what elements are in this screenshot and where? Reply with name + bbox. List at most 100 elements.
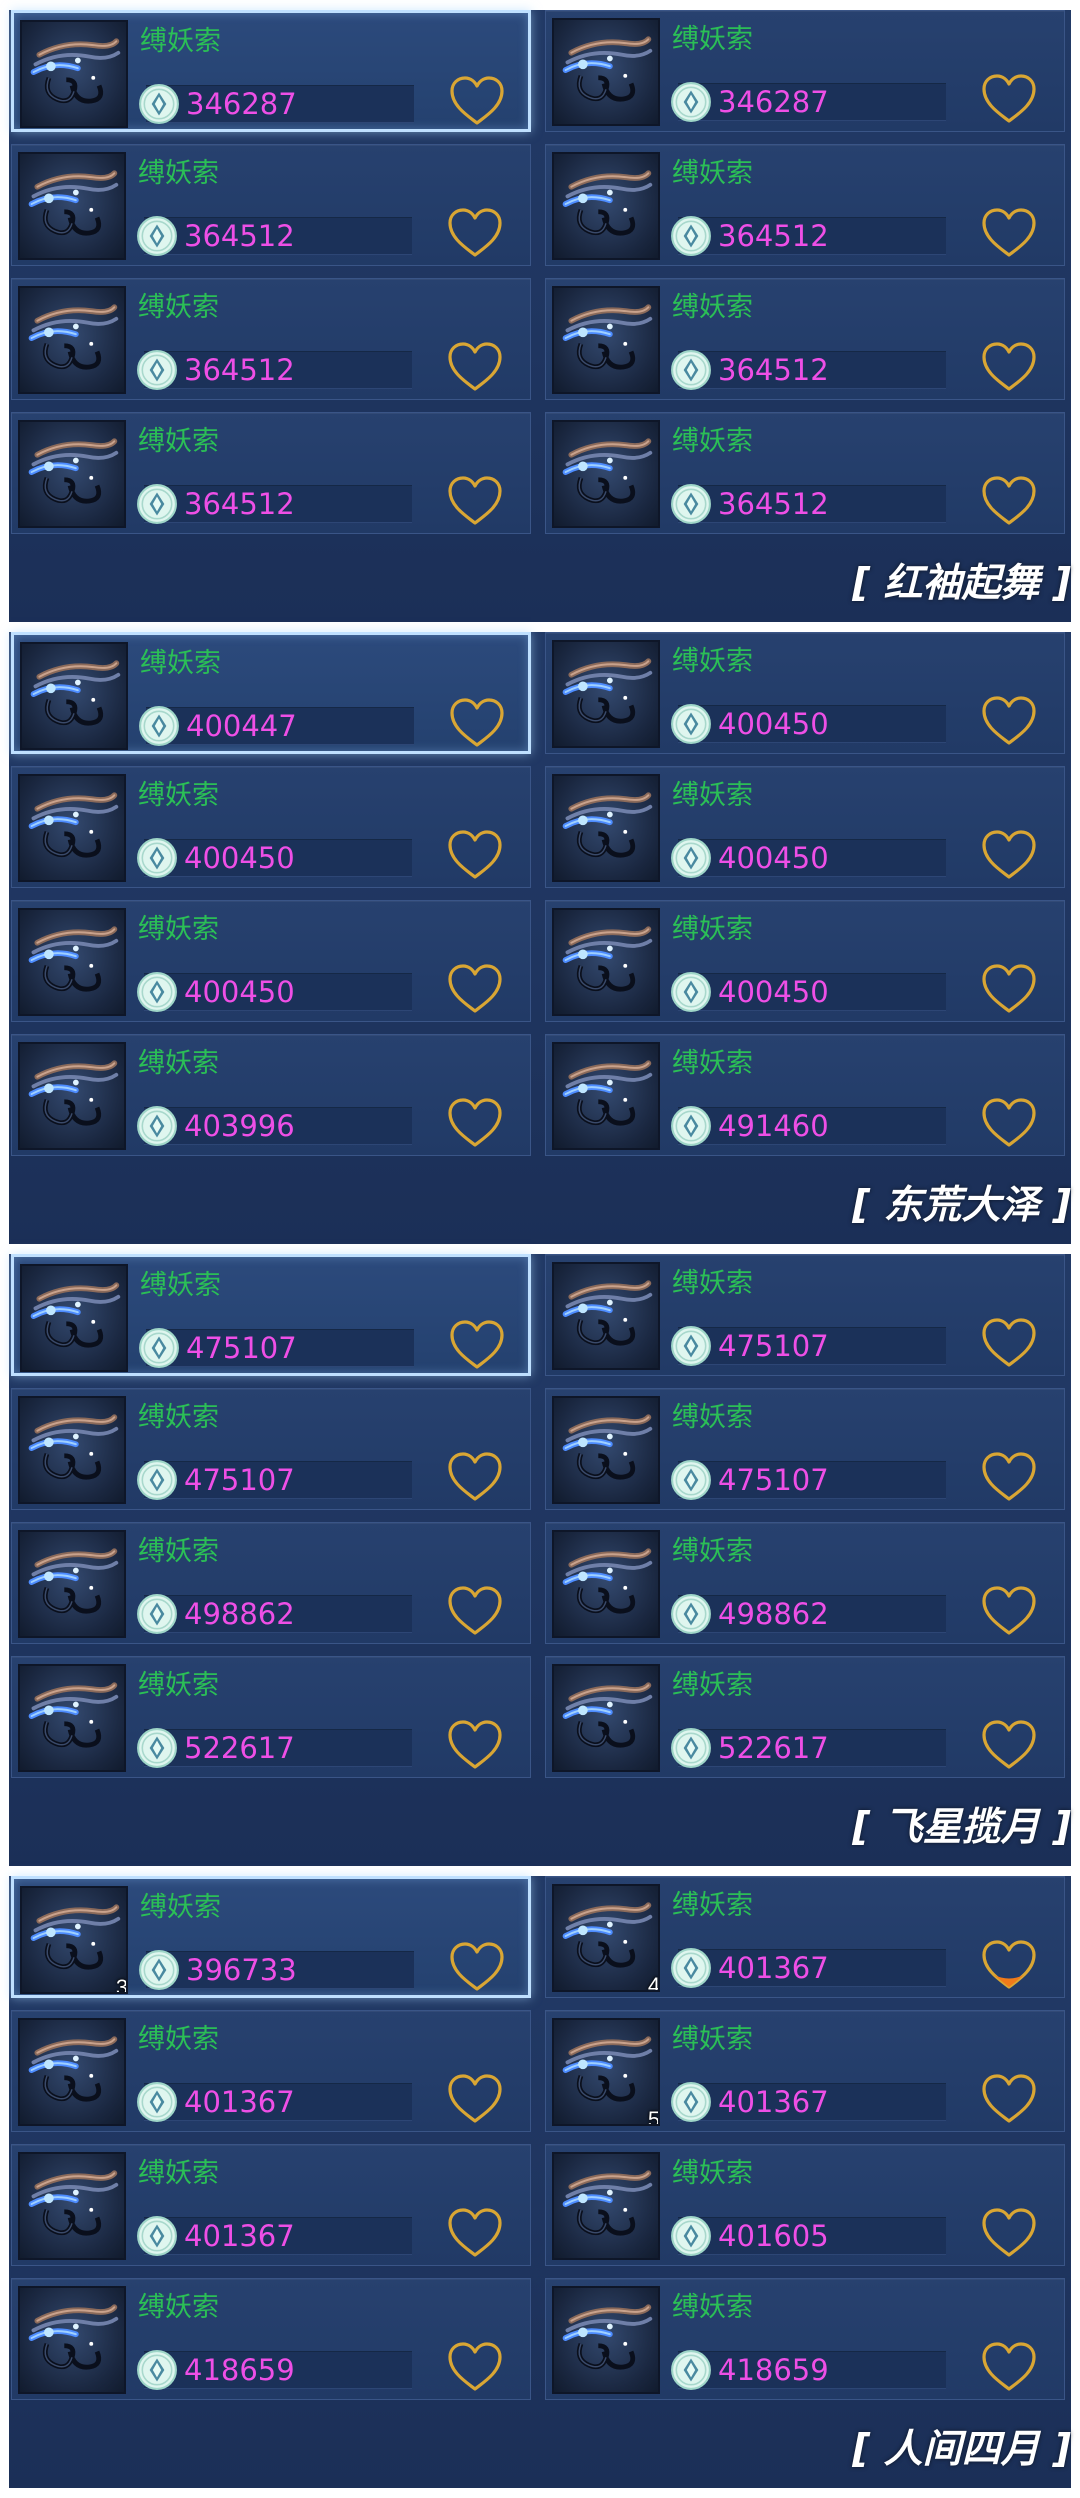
listing-card[interactable]: 3 缚妖索 396733: [11, 1876, 531, 1998]
listing-card[interactable]: 缚妖索 418659: [11, 2278, 531, 2400]
item-price: 346287: [186, 87, 297, 121]
listing-card[interactable]: 缚妖索 522617: [11, 1656, 531, 1778]
listing-card[interactable]: 缚妖索 475107: [11, 1254, 531, 1376]
favorite-heart-icon[interactable]: [980, 2073, 1038, 2125]
favorite-heart-icon[interactable]: [980, 695, 1038, 747]
item-price: 401367: [184, 2219, 295, 2253]
listing-card[interactable]: 缚妖索 364512: [545, 412, 1065, 534]
item-quantity: [642, 864, 658, 880]
favorite-heart-icon[interactable]: [446, 829, 504, 881]
listing-card[interactable]: 缚妖索 403996: [11, 1034, 531, 1156]
favorite-heart-icon[interactable]: [980, 207, 1038, 259]
item-quantity: 5: [647, 2107, 660, 2126]
jade-coin-icon: [670, 349, 712, 391]
favorite-heart-icon[interactable]: [980, 1719, 1038, 1771]
listing-card[interactable]: 缚妖索 364512: [545, 144, 1065, 266]
favorite-heart-icon[interactable]: [980, 475, 1038, 527]
listing-card[interactable]: 缚妖索 400450: [545, 900, 1065, 1022]
favorite-heart-icon[interactable]: [980, 963, 1038, 1015]
favorite-heart-icon[interactable]: [446, 1451, 504, 1503]
listing-card[interactable]: 缚妖索 346287: [545, 10, 1065, 132]
item-thumbnail: [552, 774, 660, 882]
listing-card[interactable]: 缚妖索 475107: [11, 1388, 531, 1510]
item-quantity: [642, 2242, 658, 2258]
listing-card[interactable]: 缚妖索 364512: [11, 144, 531, 266]
favorite-heart-icon[interactable]: [448, 697, 506, 749]
favorite-heart-icon[interactable]: [446, 1719, 504, 1771]
favorite-heart-icon[interactable]: [980, 1939, 1038, 1991]
item-price: 522617: [718, 1731, 829, 1765]
item-name: 缚妖索: [138, 914, 219, 945]
listing-card[interactable]: 缚妖索 475107: [545, 1388, 1065, 1510]
favorite-heart-icon[interactable]: [446, 2207, 504, 2259]
listing-card[interactable]: 缚妖索 400450: [11, 900, 531, 1022]
favorite-heart-icon[interactable]: [980, 1097, 1038, 1149]
item-thumbnail: [18, 774, 126, 882]
favorite-heart-icon[interactable]: [448, 1941, 506, 1993]
favorite-heart-icon[interactable]: [446, 207, 504, 259]
listing-card[interactable]: 缚妖索 401605: [545, 2144, 1065, 2266]
item-quantity: [108, 242, 124, 258]
item-price: 498862: [718, 1597, 829, 1631]
jade-coin-icon: [670, 703, 712, 745]
listing-card[interactable]: 缚妖索 400450: [11, 766, 531, 888]
favorite-heart-icon[interactable]: [980, 1451, 1038, 1503]
item-price: 401367: [184, 2085, 295, 2119]
market-section: 缚妖索 475107 缚妖索 475107 缚妖索 475107 缚妖索 475107 …: [9, 1254, 1071, 1866]
item-thumbnail: 4: [552, 1884, 660, 1992]
item-quantity: [642, 242, 658, 258]
listing-card[interactable]: 缚妖索 475107: [545, 1254, 1065, 1376]
favorite-heart-icon[interactable]: [980, 1585, 1038, 1637]
item-thumbnail: [18, 1042, 126, 1150]
jade-coin-icon: [670, 2349, 712, 2391]
jade-coin-icon: [136, 837, 178, 879]
market-section: 3 缚妖索 396733 4 缚妖索 401367 缚妖索 401367 5 缚妖索 4013…: [9, 1876, 1071, 2488]
listing-card[interactable]: 缚妖索 491460: [545, 1034, 1065, 1156]
favorite-heart-icon[interactable]: [446, 341, 504, 393]
item-quantity: 3: [115, 1975, 128, 1994]
item-thumbnail: [18, 152, 126, 260]
listing-card[interactable]: 缚妖索 401367: [11, 2010, 531, 2132]
jade-coin-icon: [136, 2215, 178, 2257]
item-name: 缚妖索: [672, 292, 753, 323]
listing-card[interactable]: 缚妖索 364512: [11, 412, 531, 534]
listing-card[interactable]: 缚妖索 418659: [545, 2278, 1065, 2400]
item-name: 缚妖索: [138, 1670, 219, 1701]
item-price: 401367: [718, 1951, 829, 1985]
listing-card[interactable]: 缚妖索 498862: [11, 1522, 531, 1644]
favorite-heart-icon[interactable]: [980, 2341, 1038, 2393]
favorite-heart-icon[interactable]: [446, 963, 504, 1015]
item-price: 364512: [718, 487, 829, 521]
listing-card[interactable]: 缚妖索 400450: [545, 766, 1065, 888]
favorite-heart-icon[interactable]: [446, 1585, 504, 1637]
item-price: 475107: [184, 1463, 295, 1497]
favorite-heart-icon[interactable]: [980, 1317, 1038, 1369]
favorite-heart-icon[interactable]: [980, 73, 1038, 125]
listing-card[interactable]: 缚妖索 346287: [11, 10, 531, 132]
listing-card[interactable]: 缚妖索 400450: [545, 632, 1065, 754]
item-thumbnail: [18, 420, 126, 528]
item-thumbnail: [18, 1530, 126, 1638]
favorite-heart-icon[interactable]: [446, 2073, 504, 2125]
listing-card[interactable]: 缚妖索 498862: [545, 1522, 1065, 1644]
favorite-heart-icon[interactable]: [980, 829, 1038, 881]
favorite-heart-icon[interactable]: [446, 2341, 504, 2393]
listing-card[interactable]: 缚妖索 522617: [545, 1656, 1065, 1778]
favorite-heart-icon[interactable]: [980, 341, 1038, 393]
favorite-heart-icon[interactable]: [446, 475, 504, 527]
listing-card[interactable]: 缚妖索 401367: [11, 2144, 531, 2266]
favorite-heart-icon[interactable]: [448, 1319, 506, 1371]
item-thumbnail: [18, 1396, 126, 1504]
favorite-heart-icon[interactable]: [446, 1097, 504, 1149]
listing-card[interactable]: 4 缚妖索 401367: [545, 1876, 1065, 1998]
item-price: 418659: [184, 2353, 295, 2387]
listing-card[interactable]: 5 缚妖索 401367: [545, 2010, 1065, 2132]
favorite-heart-icon[interactable]: [980, 2207, 1038, 2259]
item-quantity: [108, 1754, 124, 1770]
listing-card[interactable]: 缚妖索 364512: [545, 278, 1065, 400]
listing-card[interactable]: 缚妖索 400447: [11, 632, 531, 754]
listing-card[interactable]: 缚妖索 364512: [11, 278, 531, 400]
favorite-heart-icon[interactable]: [448, 75, 506, 127]
jade-coin-icon: [136, 349, 178, 391]
item-price: 400450: [184, 841, 295, 875]
